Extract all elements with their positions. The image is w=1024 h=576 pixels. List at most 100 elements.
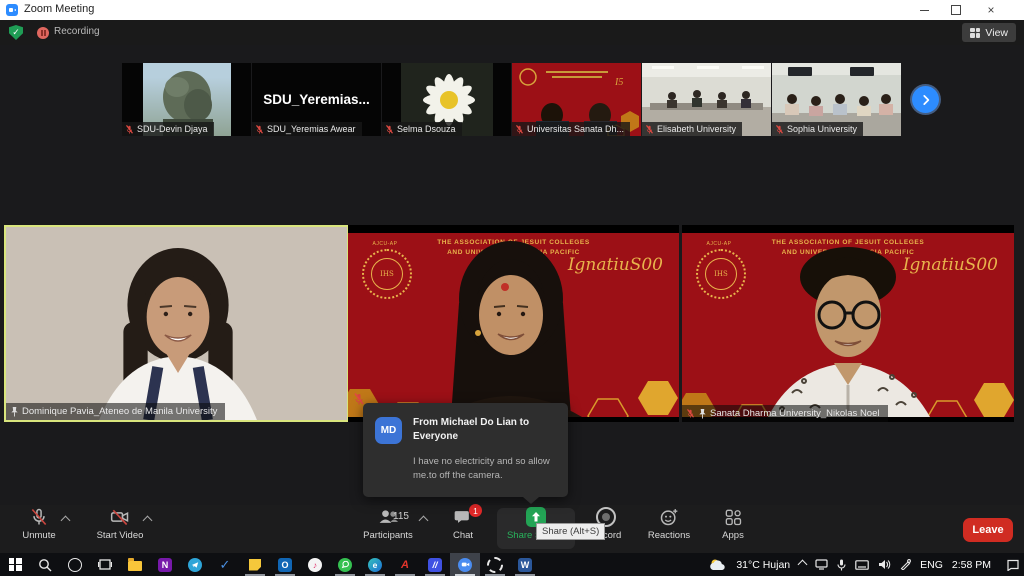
sticky-notes-icon xyxy=(249,559,261,571)
touch-keyboard-icon[interactable] xyxy=(855,560,869,570)
cortana-icon xyxy=(68,558,82,572)
pin-icon xyxy=(10,406,19,417)
cortana-button[interactable] xyxy=(60,553,90,576)
participant-name: Selma Dsouza xyxy=(397,124,456,134)
muted-mic-icon xyxy=(385,125,394,134)
start-button[interactable] xyxy=(0,553,30,576)
participants-button[interactable]: Participants xyxy=(352,507,424,541)
participant-nameplate: Selma Dsouza xyxy=(382,122,462,136)
leave-button[interactable]: Leave xyxy=(963,518,1013,542)
video-thumbnail[interactable]: I5 Universitas Sanata Dh... xyxy=(512,63,641,136)
todo-check-icon: ✓ xyxy=(220,558,231,571)
participants-count: 115 xyxy=(393,511,409,522)
video-thumbnail[interactable]: Selma Dsouza xyxy=(382,63,511,136)
video-tile[interactable]: THE ASSOCIATION OF JESUIT COLLEGES AND U… xyxy=(348,225,679,422)
start-video-label: Start Video xyxy=(97,530,144,541)
search-icon xyxy=(38,558,52,572)
windows-taskbar: N ✓ O ♪ e A // W 31°C Hujan ENG 2:58 PM xyxy=(0,553,1024,576)
muted-mic-icon xyxy=(686,409,695,418)
todo-button[interactable]: ✓ xyxy=(210,553,240,576)
tray-expand-chevron[interactable] xyxy=(798,560,808,570)
muted-mic-icon xyxy=(125,125,134,134)
participant-name: Elisabeth University xyxy=(657,124,736,134)
chat-popup-message: I have no electricity and so allow me.to… xyxy=(413,455,562,483)
word-button[interactable]: W xyxy=(510,553,540,576)
pin-icon xyxy=(698,408,707,419)
share-tooltip: Share (Alt+S) xyxy=(536,523,605,540)
participant-nameplate: SDU-Devin Djaya xyxy=(122,122,214,136)
task-view-icon xyxy=(98,558,112,571)
weather-text[interactable]: 31°C Hujan xyxy=(736,559,790,571)
video-tile-active-speaker[interactable]: Dominique Pavia_Ateneo de Manila Univers… xyxy=(4,225,349,422)
video-thumbnail[interactable]: SDU_Yeremias... SDU_Yeremias Awear xyxy=(252,63,381,136)
video-thumbnail[interactable]: SDU-Devin Djaya xyxy=(122,63,251,136)
participant-video xyxy=(682,233,1014,417)
search-button[interactable] xyxy=(30,553,60,576)
muted-mic-icon xyxy=(775,125,784,134)
whatsapp-button[interactable] xyxy=(330,553,360,576)
tray-mic-icon[interactable] xyxy=(837,559,846,571)
telegram-button[interactable] xyxy=(180,553,210,576)
weather-icon xyxy=(709,558,727,571)
clock[interactable]: 2:58 PM xyxy=(952,559,991,571)
video-tile[interactable]: THE ASSOCIATION OF JESUIT COLLEGES AND U… xyxy=(682,225,1014,422)
meeting-info-shield-icon[interactable]: ✓ xyxy=(9,25,23,40)
edge-button[interactable]: e xyxy=(360,553,390,576)
window-titlebar: Zoom Meeting × xyxy=(0,0,1024,20)
participant-nameplate: Universitas Sanata Dh... xyxy=(512,122,630,136)
start-video-button[interactable]: Start Video xyxy=(88,507,152,541)
close-button[interactable]: × xyxy=(975,0,1007,20)
window-title: Zoom Meeting xyxy=(24,3,94,15)
muted-mic-icon xyxy=(255,125,264,134)
meeting-toolbar: ✓ Recording View xyxy=(0,20,1024,45)
word-icon: W xyxy=(518,558,532,572)
zoom-icon xyxy=(458,558,472,572)
file-explorer-icon xyxy=(128,561,142,571)
volume-icon[interactable] xyxy=(878,559,891,570)
whatsapp-icon xyxy=(338,558,352,572)
popup-pointer xyxy=(523,497,539,504)
reactions-label: Reactions xyxy=(648,530,690,541)
acrobat-icon: A xyxy=(401,559,409,571)
outlook-button[interactable]: O xyxy=(270,553,300,576)
onenote-button[interactable]: N xyxy=(150,553,180,576)
apps-button[interactable]: Apps xyxy=(712,507,754,541)
participant-name: Sanata Dharma University_Nikolas Noel xyxy=(710,408,880,419)
participant-video xyxy=(6,227,347,420)
itunes-button[interactable]: ♪ xyxy=(300,553,330,576)
participant-nameplate: SDU_Yeremias Awear xyxy=(252,122,362,136)
ajcu-backdrop: THE ASSOCIATION OF JESUIT COLLEGES AND U… xyxy=(348,233,679,417)
video-thumbnail[interactable]: Elisabeth University xyxy=(642,63,771,136)
reactions-button[interactable]: Reactions xyxy=(638,507,700,541)
participant-name: Universitas Sanata Dh... xyxy=(527,124,624,134)
video-thumbnail[interactable]: Sophia University xyxy=(772,63,901,136)
settings-button[interactable] xyxy=(480,553,510,576)
acrobat-button[interactable]: A xyxy=(390,553,420,576)
unmute-button[interactable]: Unmute xyxy=(14,507,64,541)
next-page-button[interactable] xyxy=(912,86,939,113)
zoom-taskbar-button[interactable] xyxy=(450,553,480,576)
unmute-label: Unmute xyxy=(22,530,55,541)
view-button[interactable]: View xyxy=(962,23,1016,42)
participant-name: SDU_Yeremias Awear xyxy=(267,124,356,134)
ajcu-backdrop: THE ASSOCIATION OF JESUIT COLLEGES AND U… xyxy=(682,233,1014,417)
maximize-button[interactable] xyxy=(940,0,972,20)
action-center-icon[interactable] xyxy=(1006,559,1020,571)
windows-ink-icon[interactable] xyxy=(900,559,911,570)
participant-name: SDU-Devin Djaya xyxy=(137,124,208,134)
minimize-button[interactable] xyxy=(908,0,940,20)
language-indicator[interactable]: ENG xyxy=(920,559,943,571)
blue-slashes-app-button[interactable]: // xyxy=(420,553,450,576)
file-explorer-button[interactable] xyxy=(120,553,150,576)
recording-indicator-icon[interactable] xyxy=(37,27,49,39)
app-slashes-icon: // xyxy=(428,558,442,572)
sticky-notes-button[interactable] xyxy=(240,553,270,576)
chevron-right-icon xyxy=(919,93,933,107)
participant-nameplate: Sophia University xyxy=(772,122,863,136)
apps-label: Apps xyxy=(722,530,744,541)
task-view-button[interactable] xyxy=(90,553,120,576)
participants-label: Participants xyxy=(363,530,413,541)
chat-notification-popup[interactable]: MD From Michael Do Lian to Everyone I ha… xyxy=(363,403,568,497)
meet-now-icon[interactable] xyxy=(815,559,828,570)
itunes-icon: ♪ xyxy=(308,558,322,572)
